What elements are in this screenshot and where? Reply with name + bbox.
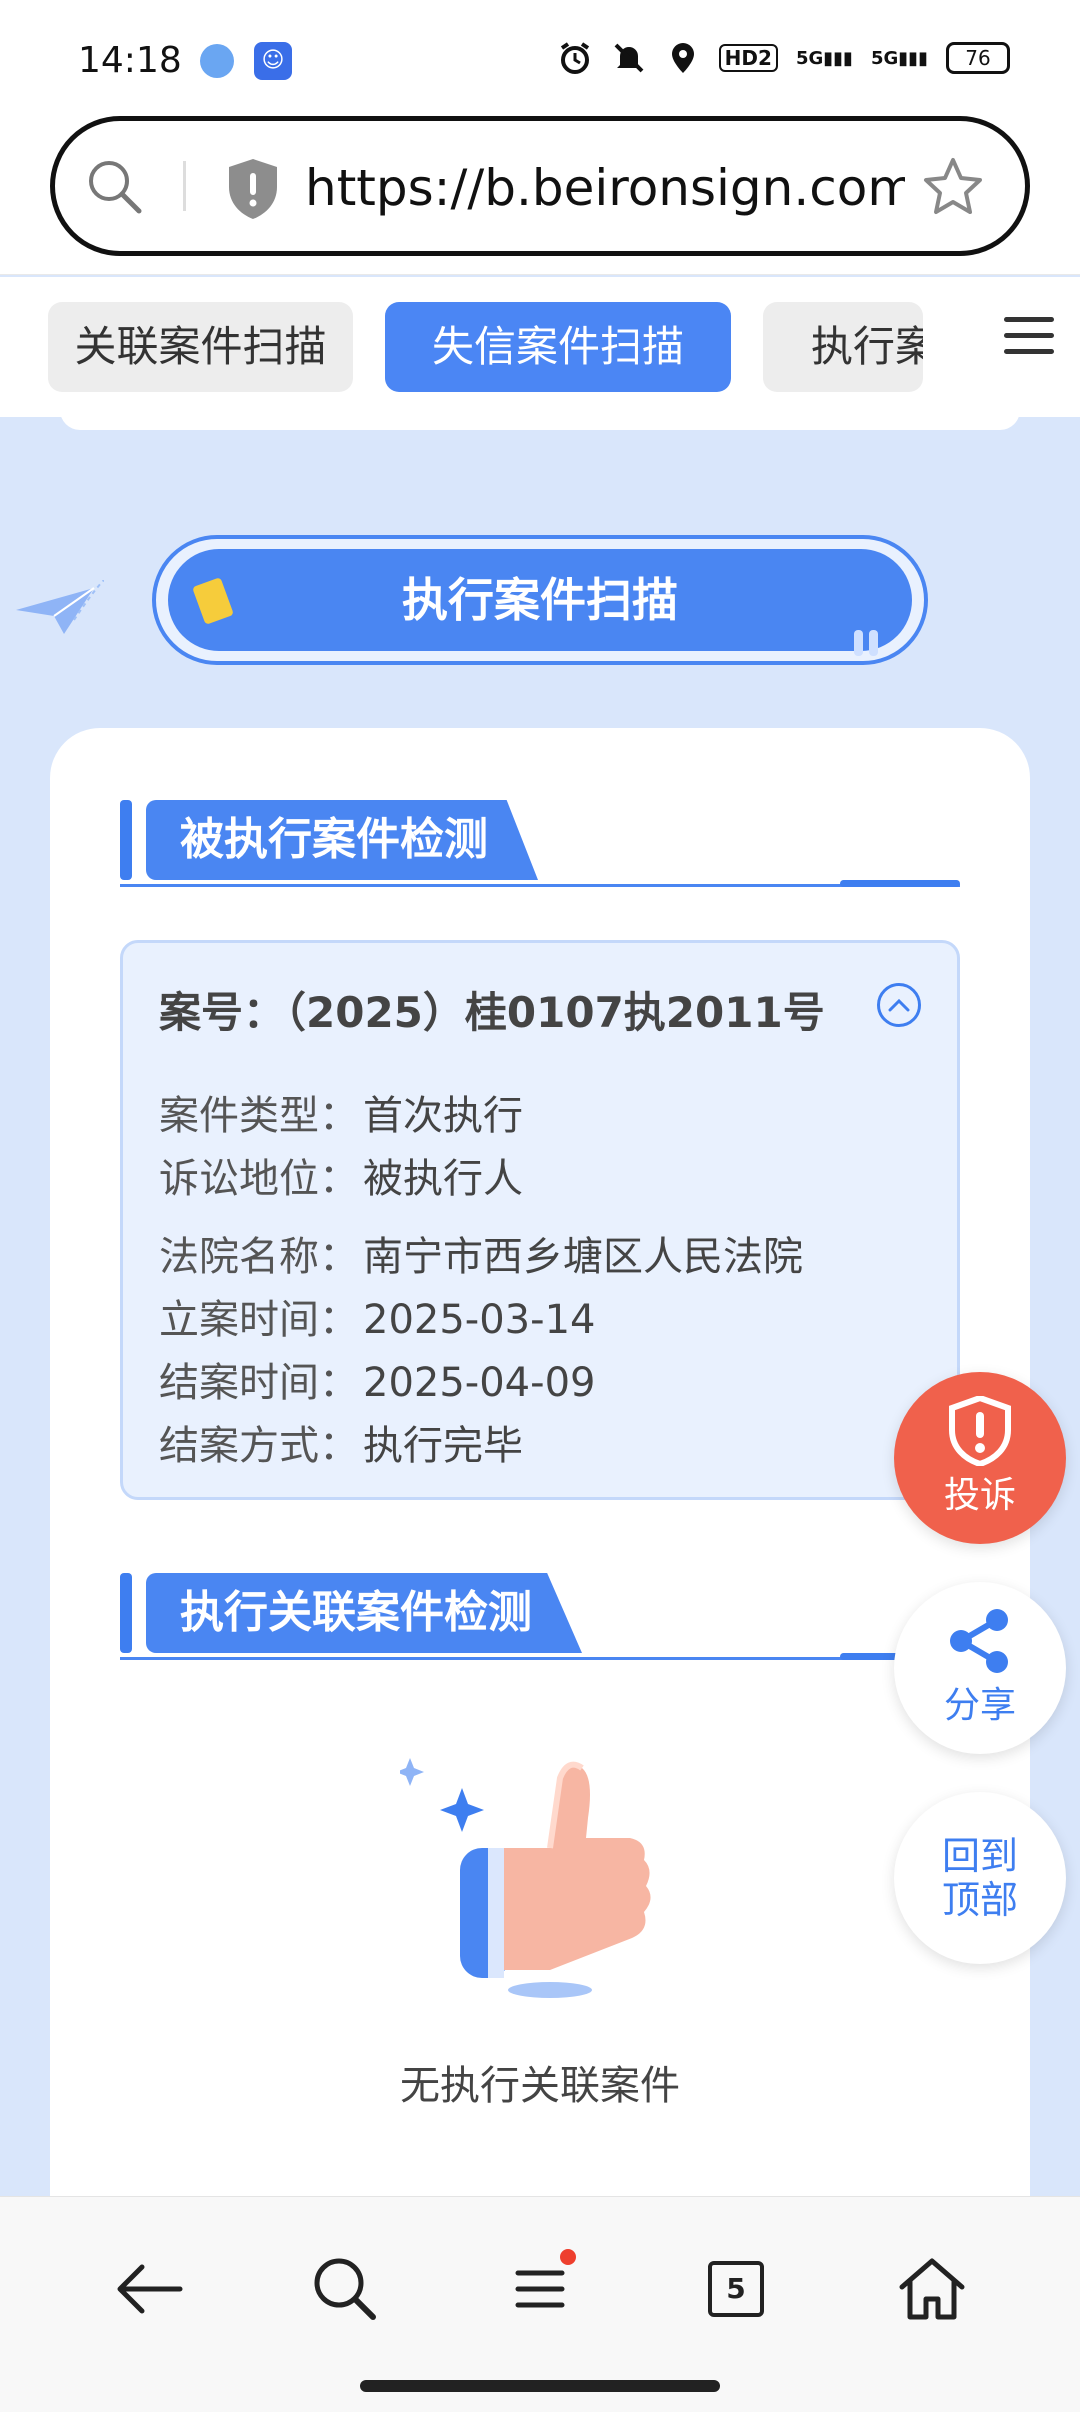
field-label: 法院名称： — [159, 1234, 359, 1280]
field-label: 案件类型： — [159, 1093, 359, 1139]
section-executed-title: 被执行案件检测 — [120, 800, 960, 890]
tabs-button[interactable]: 5 — [696, 2249, 776, 2329]
section-label: 执行关联案件检测 — [146, 1573, 582, 1653]
paper-plane-icon — [14, 579, 105, 640]
hd-badge: HD2 — [718, 44, 778, 72]
scan-tabs: 关联案件扫描 失信案件扫描 执行案 — [0, 277, 1080, 417]
tab-related-scan[interactable]: 关联案件扫描 — [48, 302, 353, 392]
field-value: 南宁市西乡塘区人民法院 — [363, 1234, 803, 1280]
tab-dishonest-scan[interactable]: 失信案件扫描 — [385, 302, 731, 392]
complain-label: 投诉 — [943, 1475, 1016, 1516]
complain-button[interactable]: 投诉 — [894, 1372, 1066, 1544]
notification-dot — [560, 2249, 576, 2265]
collapse-icon[interactable] — [877, 983, 921, 1027]
home-indicator[interactable] — [360, 2380, 720, 2392]
field-value: 首次执行 — [363, 1093, 523, 1139]
title-underline — [120, 884, 960, 887]
status-time: 14:18 — [78, 40, 182, 81]
case-type-row: 案件类型： 首次执行 — [159, 1083, 523, 1141]
court-name-row: 法院名称： 南宁市西乡塘区人民法院 — [159, 1224, 803, 1282]
title-underline — [120, 1657, 960, 1660]
field-label: 诉讼地位： — [159, 1156, 359, 1202]
litigation-status-row: 诉讼地位： 被执行人 — [159, 1146, 523, 1204]
case-number-value: （2025）桂0107执2011号 — [285, 988, 825, 1037]
back-to-top-line-1: 回到 — [941, 1834, 1018, 1878]
shield-icon[interactable] — [225, 157, 285, 221]
mute-icon — [611, 40, 647, 76]
share-label: 分享 — [943, 1685, 1016, 1726]
back-to-top-button[interactable]: 回到 顶部 — [894, 1792, 1066, 1964]
url-text[interactable]: https://b.beironsign.com... — [305, 159, 905, 217]
address-bar[interactable]: https://b.beironsign.com... — [50, 116, 1030, 256]
section-banner: 执行案件扫描 — [152, 535, 928, 665]
browser-toolbar: https://b.beironsign.com... — [0, 110, 1080, 275]
tab-count: 5 — [708, 2261, 764, 2317]
battery-icon: 76 — [946, 42, 1010, 74]
field-label: 结案时间： — [159, 1360, 359, 1406]
case-number: 案号：（2025）桂0107执2011号 — [159, 979, 825, 1040]
banner-title-text: 执行案件扫描 — [402, 573, 678, 627]
field-label: 立案时间： — [159, 1297, 359, 1343]
thumbs-up-icon — [396, 1738, 680, 1998]
field-value: 2025-04-09 — [363, 1360, 596, 1406]
back-to-top-line-2: 顶部 — [941, 1878, 1018, 1922]
alarm-icon — [557, 40, 593, 76]
section-label: 被执行案件检测 — [146, 800, 538, 880]
share-icon — [950, 1609, 1008, 1673]
search-icon[interactable] — [305, 2249, 385, 2329]
divider — [183, 161, 186, 211]
status-icons: HD2 5G▮▮▮ 5G▮▮▮ 76 — [557, 40, 1010, 76]
share-button[interactable]: 分享 — [894, 1582, 1066, 1754]
field-label: 结案方式： — [159, 1423, 359, 1469]
shield-alert-icon — [949, 1396, 1011, 1466]
case-detail: 案号：（2025）桂0107执2011号 案件类型： 首次执行 诉讼地位： 被执行人… — [120, 940, 960, 1500]
back-icon[interactable] — [108, 2249, 188, 2329]
location-icon — [665, 40, 701, 76]
back-to-top-label: 回到 顶部 — [894, 1792, 1066, 1922]
card-edge — [60, 410, 1020, 430]
tab-execution-scan[interactable]: 执行案 — [763, 302, 923, 392]
empty-state-text: 无执行关联案件 — [400, 2063, 680, 2109]
title-bar — [120, 800, 132, 880]
field-value: 被执行人 — [363, 1156, 523, 1202]
section-related-title: 执行关联案件检测 — [120, 1573, 960, 1663]
menu-icon[interactable] — [500, 2249, 580, 2329]
field-value: 执行完毕 — [363, 1423, 523, 1469]
decor-icon — [854, 589, 884, 656]
star-icon[interactable] — [921, 155, 985, 219]
case-number-label: 案号： — [159, 988, 286, 1037]
browser-notification-icon — [200, 44, 234, 78]
search-icon[interactable] — [85, 157, 145, 217]
banner-title: 执行案件扫描 — [168, 549, 912, 656]
closing-date-row: 结案时间： 2025-04-09 — [159, 1350, 595, 1408]
home-icon[interactable] — [892, 2249, 972, 2329]
status-bar: 14:18 ☺ HD2 5G▮▮▮ 5G▮▮▮ 76 — [0, 0, 1080, 110]
app-notification-icon: ☺ — [254, 42, 292, 80]
signal-1: 5G▮▮▮ — [795, 47, 853, 69]
filing-date-row: 立案时间： 2025-03-14 — [159, 1287, 595, 1345]
signal-2: 5G▮▮▮ — [870, 47, 928, 69]
menu-icon[interactable] — [1004, 317, 1054, 367]
title-underline-accent — [840, 880, 960, 887]
gem-icon — [192, 577, 234, 625]
results-card: 被执行案件检测 案号：（2025）桂0107执2011号 案件类型： 首次执行 诉… — [50, 728, 1030, 2412]
field-value: 2025-03-14 — [363, 1297, 596, 1343]
closing-method-row: 结案方式： 执行完毕 — [159, 1413, 523, 1471]
title-bar — [120, 1573, 132, 1653]
